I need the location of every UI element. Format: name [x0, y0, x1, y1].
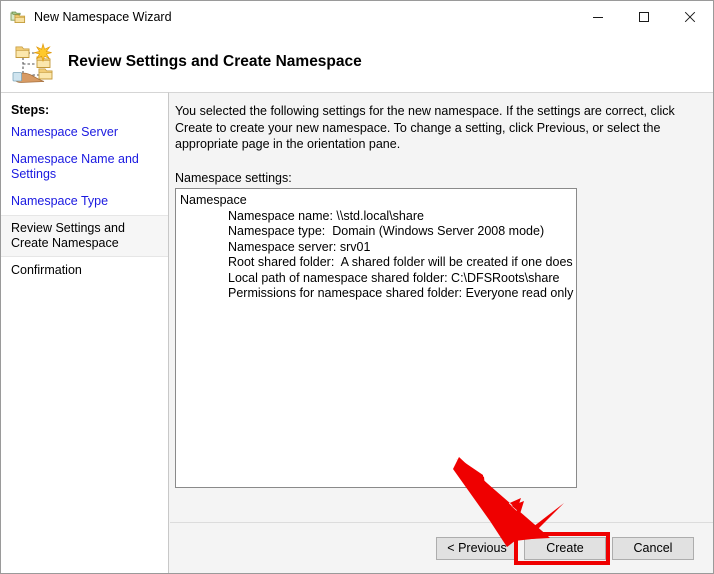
steps-sidebar: Steps: Namespace Server Namespace Name a…	[1, 92, 169, 573]
settings-line-root-shared-folder: Root shared folder: A shared folder will…	[228, 255, 573, 269]
settings-heading: Namespace	[180, 193, 247, 207]
sidebar-item-namespace-type[interactable]: Namespace Type	[1, 188, 168, 215]
intro-text-block: You selected the following settings for …	[175, 103, 689, 186]
sparkle	[33, 42, 52, 63]
settings-label: Namespace settings:	[175, 170, 292, 185]
title-bar: New Namespace Wizard	[1, 1, 713, 32]
content-pane: You selected the following settings for …	[169, 92, 713, 573]
page-title: Review Settings and Create Namespace	[68, 53, 362, 70]
wizard-header: Review Settings and Create Namespace	[1, 32, 713, 92]
window-title: New Namespace Wizard	[34, 9, 172, 24]
new-namespace-wizard-icon	[11, 39, 57, 85]
settings-line-permissions: Permissions for namespace shared folder:…	[228, 286, 574, 300]
settings-line-local-path: Local path of namespace shared folder: C…	[228, 270, 560, 285]
sidebar-item-review-settings-and-create-namespace[interactable]: Review Settings and Create Namespace	[1, 215, 168, 257]
intro-text: You selected the following settings for …	[175, 104, 675, 151]
create-button-wrapper: Create	[514, 531, 610, 565]
maximize-icon[interactable]	[621, 1, 667, 32]
minimize-icon[interactable]	[575, 1, 621, 32]
settings-line-namespace-server: Namespace server: srv01	[228, 239, 371, 254]
cancel-button[interactable]: Cancel	[612, 536, 694, 560]
create-button[interactable]: Create	[524, 536, 606, 560]
steps-heading: Steps:	[11, 103, 50, 117]
settings-line-namespace-name: Namespace name: \\std.local\share	[228, 208, 424, 223]
sidebar-item-namespace-name-and-settings[interactable]: Namespace Name and Settings	[1, 146, 168, 188]
namespace-settings-box[interactable]: Namespace Namespace name: \\std.local\sh…	[175, 188, 577, 488]
caption-buttons	[575, 1, 713, 32]
previous-button[interactable]: < Previous	[436, 536, 518, 560]
close-icon[interactable]	[667, 1, 713, 32]
new-namespace-wizard-window: New Namespace Wizard Review Settings and…	[0, 0, 714, 574]
settings-line-namespace-type: Namespace type: Domain (Windows Server 2…	[228, 224, 545, 238]
wizard-body: Steps: Namespace Server Namespace Name a…	[1, 92, 713, 573]
sidebar-item-namespace-server[interactable]: Namespace Server	[1, 119, 168, 146]
sidebar-item-confirmation: Confirmation	[11, 263, 82, 277]
wizard-button-bar: < Previous Create Cancel	[170, 522, 713, 573]
namespace-folders-icon	[10, 9, 26, 25]
